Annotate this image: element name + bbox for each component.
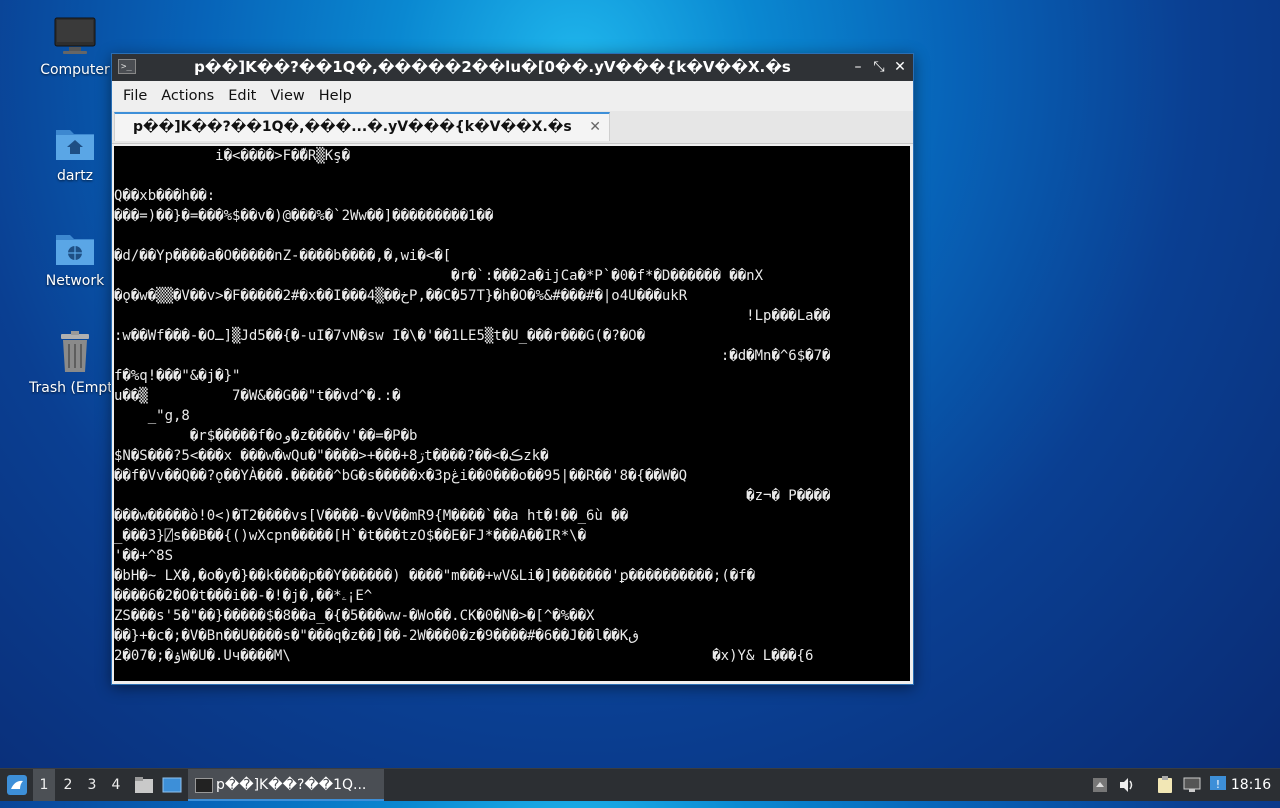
svg-text:!: ! (1216, 778, 1220, 791)
terminal-line: ��f�Vv��Q��?ǫ��YÀ���.�����^bG�s�����x�3p… (114, 468, 688, 484)
terminal-window: >_ p��]K��?��1Q�,�����2��lu�[0��.yV���{k… (111, 53, 914, 685)
terminal-line: !Lp���La�� (114, 308, 831, 324)
terminal-line: �d/��Yp����a�O�����nZ-����b����,�,wi�<�[ (114, 248, 452, 264)
terminal-line: _"g,8 (114, 408, 190, 424)
terminal-tab[interactable]: p��]K��?��1Q�,���...�.yV���{k�V��X.�s ✕ (114, 112, 610, 141)
desktop-icon-network[interactable]: Network (27, 227, 123, 289)
volume-icon (1120, 778, 1133, 792)
terminal-line: 2�07�;�ۏW�U�.Uч����M\ �x)Y& L���{6 (114, 648, 814, 664)
desktop-icon-home[interactable]: dartz (27, 122, 123, 184)
terminal-line: ZS���s'5�"��}�����$�8��a_�{�5���ww-�Wo��… (114, 608, 595, 624)
close-button[interactable]: ✕ (891, 58, 909, 76)
terminal-line: �r�`:���2a�ijCa�*P`�0�f*�D������ ��nX (114, 268, 764, 284)
maximize-button[interactable]: ⤡ (870, 58, 888, 76)
lxqt-menu-icon (7, 775, 27, 795)
window-titlebar[interactable]: >_ p��]K��?��1Q�,�����2��lu�[0��.yV���{k… (112, 54, 913, 81)
file-manager-launcher[interactable] (133, 769, 155, 801)
workspace-1[interactable]: 1 (33, 769, 55, 801)
workspace-2[interactable]: 2 (57, 769, 79, 801)
desktop-icon-trash[interactable]: Trash (Empty) (27, 330, 123, 396)
clipboard-icon (1158, 776, 1172, 793)
terminal-output[interactable]: i�<����>F��ّR▒Kş� Q��xb���h��: ���=)��}�=… (114, 146, 910, 681)
terminal-line: Q��xb���h��: (114, 188, 216, 204)
terminal-line: '��+^8S (114, 548, 174, 564)
terminal-line: f�%q!���"&�j�}" (114, 368, 241, 384)
workspace-3[interactable]: 3 (81, 769, 103, 801)
menu-bar: File Actions Edit View Help (112, 81, 913, 111)
terminal-line: :w��Wf���-�Oـ]▒Jd5��{�-uI�7vN�sw I�\�'��… (114, 328, 646, 344)
terminal-line: �ǫ�w�▒▒�V��v>�F�����2#�x��I���4▒��خP,��C… (114, 288, 688, 304)
show-desktop-button[interactable] (161, 769, 183, 801)
terminal-line: ����6�2�O�t���i��-�!�j�,��*ۦ¡E^ (114, 588, 373, 604)
update-notifier-icon: ! (1210, 776, 1226, 791)
network-icon (1183, 777, 1201, 792)
window-title: p��]K��?��1Q�,�����2��lu�[0��.yV���{k�V�… (194, 58, 791, 76)
desktop-icon-label: Network (45, 273, 105, 289)
clock[interactable]: 18:16 (1230, 769, 1272, 801)
terminal-line: ��}+�c�;�V�Bn��U����s�"���q�z��]��-2W���… (114, 628, 640, 644)
terminal-icon (195, 778, 213, 793)
tray-eject[interactable] (1090, 769, 1110, 801)
computer-icon (54, 17, 96, 54)
terminal-line: $N�S���?5<���x ���w�wQu�"����>+���+8ڗt��… (114, 448, 549, 464)
terminal-line: �r$�����f�oو�z����v'��=�P�b (114, 428, 418, 444)
file-manager-icon (135, 777, 153, 793)
tab-bar: p��]K��?��1Q�,���...�.yV���{k�V��X.�s ✕ (112, 111, 913, 144)
terminal-line: i�<����>F��ّR▒Kş� (114, 148, 351, 164)
eject-icon (1093, 778, 1107, 792)
tray-volume[interactable] (1117, 769, 1137, 801)
terminal-text: i�<����>F��ّR▒Kş� Q��xb���h��: ���=)��}�=… (114, 146, 910, 666)
terminal-line: _���3}⍁s��B��{()wXcpn�����[H`�t���tzO$��… (114, 528, 587, 544)
terminal-line: ���w�����ò!0<)�T2����vs[V����-�vV��mR9{M… (114, 508, 629, 524)
network-folder-icon (56, 235, 94, 265)
taskbar: 1 2 3 4 p��]K��?��1Q... ! 18:16 (0, 768, 1280, 801)
tray-update[interactable]: ! (1208, 769, 1228, 801)
terminal-line: �z¬� P���� (114, 488, 831, 504)
menu-edit[interactable]: Edit (221, 88, 263, 104)
terminal-icon: >_ (118, 59, 136, 74)
desktop-icon-computer[interactable]: Computer (27, 16, 123, 78)
menu-help[interactable]: Help (312, 88, 359, 104)
trash-icon (61, 331, 89, 372)
menu-view[interactable]: View (263, 88, 311, 104)
tab-label: p��]K��?��1Q�,���...�.yV���{k�V��X.�s (133, 119, 572, 135)
menu-actions[interactable]: Actions (154, 88, 221, 104)
app-menu-button[interactable] (3, 769, 31, 801)
tray-clipboard[interactable] (1155, 769, 1175, 801)
minimize-button[interactable]: – (849, 58, 867, 76)
tab-close-icon[interactable]: ✕ (589, 119, 601, 135)
terminal-line: ���=)��}�=���%$��v�)@���%�`2Ww��]�������… (114, 208, 494, 224)
task-label: p��]K��?��1Q... (216, 777, 367, 793)
desktop-icon (162, 777, 182, 793)
desktop-icon-label: Computer (40, 62, 110, 78)
workspace-4[interactable]: 4 (105, 769, 127, 801)
menu-file[interactable]: File (116, 88, 154, 104)
desktop-icon-label: Trash (Empty) (29, 380, 111, 396)
terminal-line: :�d�Mn�^6$�7� (114, 348, 831, 364)
home-folder-icon (56, 130, 94, 160)
desktop-icon-label: dartz (56, 168, 94, 184)
taskbar-task-terminal[interactable]: p��]K��?��1Q... (188, 769, 384, 801)
tray-network[interactable] (1182, 769, 1202, 801)
terminal-line: �bH�~ LX�,�o�y�}��k����p��Y������) ����"… (114, 568, 756, 584)
terminal-line: u��▒ 7�W&��G��"t��vd^�.:� (114, 388, 401, 404)
